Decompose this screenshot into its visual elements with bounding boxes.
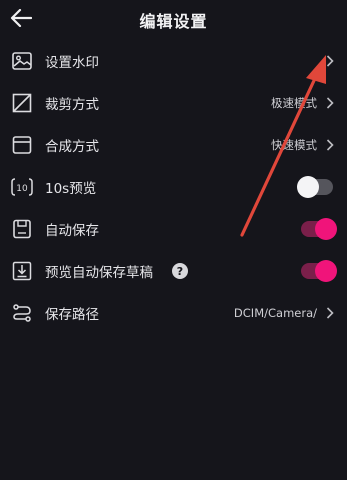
chevron-right-icon bbox=[323, 138, 337, 152]
autosave-toggle[interactable] bbox=[301, 218, 337, 240]
preview-10s-toggle[interactable] bbox=[297, 176, 333, 198]
setting-autosave: 自动保存 bbox=[0, 208, 347, 250]
svg-text:10: 10 bbox=[16, 184, 28, 194]
chevron-right-icon bbox=[323, 54, 337, 68]
crop-icon bbox=[10, 91, 34, 115]
setting-watermark-label: 设置水印 bbox=[45, 55, 99, 71]
chevron-right-icon bbox=[323, 306, 337, 320]
setting-compose-value: 快速模式 bbox=[271, 138, 317, 152]
timer-10-icon: 10 bbox=[10, 175, 34, 199]
save-icon bbox=[10, 217, 34, 241]
setting-save-path-label: 保存路径 bbox=[45, 307, 99, 323]
preview-autosave-draft-toggle[interactable] bbox=[301, 260, 337, 282]
toggle-knob bbox=[315, 260, 337, 282]
path-icon bbox=[10, 301, 34, 325]
setting-preview-autosave-draft-label: 预览自动保存草稿 bbox=[45, 265, 153, 281]
image-icon bbox=[10, 49, 34, 73]
setting-crop-value: 极速模式 bbox=[271, 96, 317, 110]
setting-crop-label: 裁剪方式 bbox=[45, 97, 99, 113]
setting-save-path[interactable]: 保存路径 DCIM/Camera/ bbox=[0, 292, 347, 334]
page-title: 编辑设置 bbox=[139, 12, 208, 31]
setting-compose-label: 合成方式 bbox=[45, 139, 99, 155]
setting-save-path-value: DCIM/Camera/ bbox=[233, 306, 317, 320]
setting-watermark[interactable]: 设置水印 bbox=[0, 40, 347, 82]
top-bar: 编辑设置 bbox=[0, 0, 347, 40]
settings-list: 设置水印 裁剪方式 极速模式 合成方式 快速模式 10 10s预览 自动保存 预… bbox=[0, 40, 347, 334]
download-icon bbox=[10, 259, 34, 283]
setting-preview-10s-label: 10s预览 bbox=[45, 181, 97, 197]
chevron-right-icon bbox=[323, 96, 337, 110]
help-icon[interactable]: ? bbox=[172, 263, 188, 279]
setting-crop[interactable]: 裁剪方式 极速模式 bbox=[0, 82, 347, 124]
toggle-knob bbox=[297, 176, 319, 198]
toggle-knob bbox=[315, 218, 337, 240]
setting-compose[interactable]: 合成方式 快速模式 bbox=[0, 124, 347, 166]
setting-autosave-label: 自动保存 bbox=[45, 223, 99, 239]
setting-preview-autosave-draft: 预览自动保存草稿 ? bbox=[0, 250, 347, 292]
setting-preview-10s: 10 10s预览 bbox=[0, 166, 347, 208]
window-icon bbox=[10, 133, 34, 157]
